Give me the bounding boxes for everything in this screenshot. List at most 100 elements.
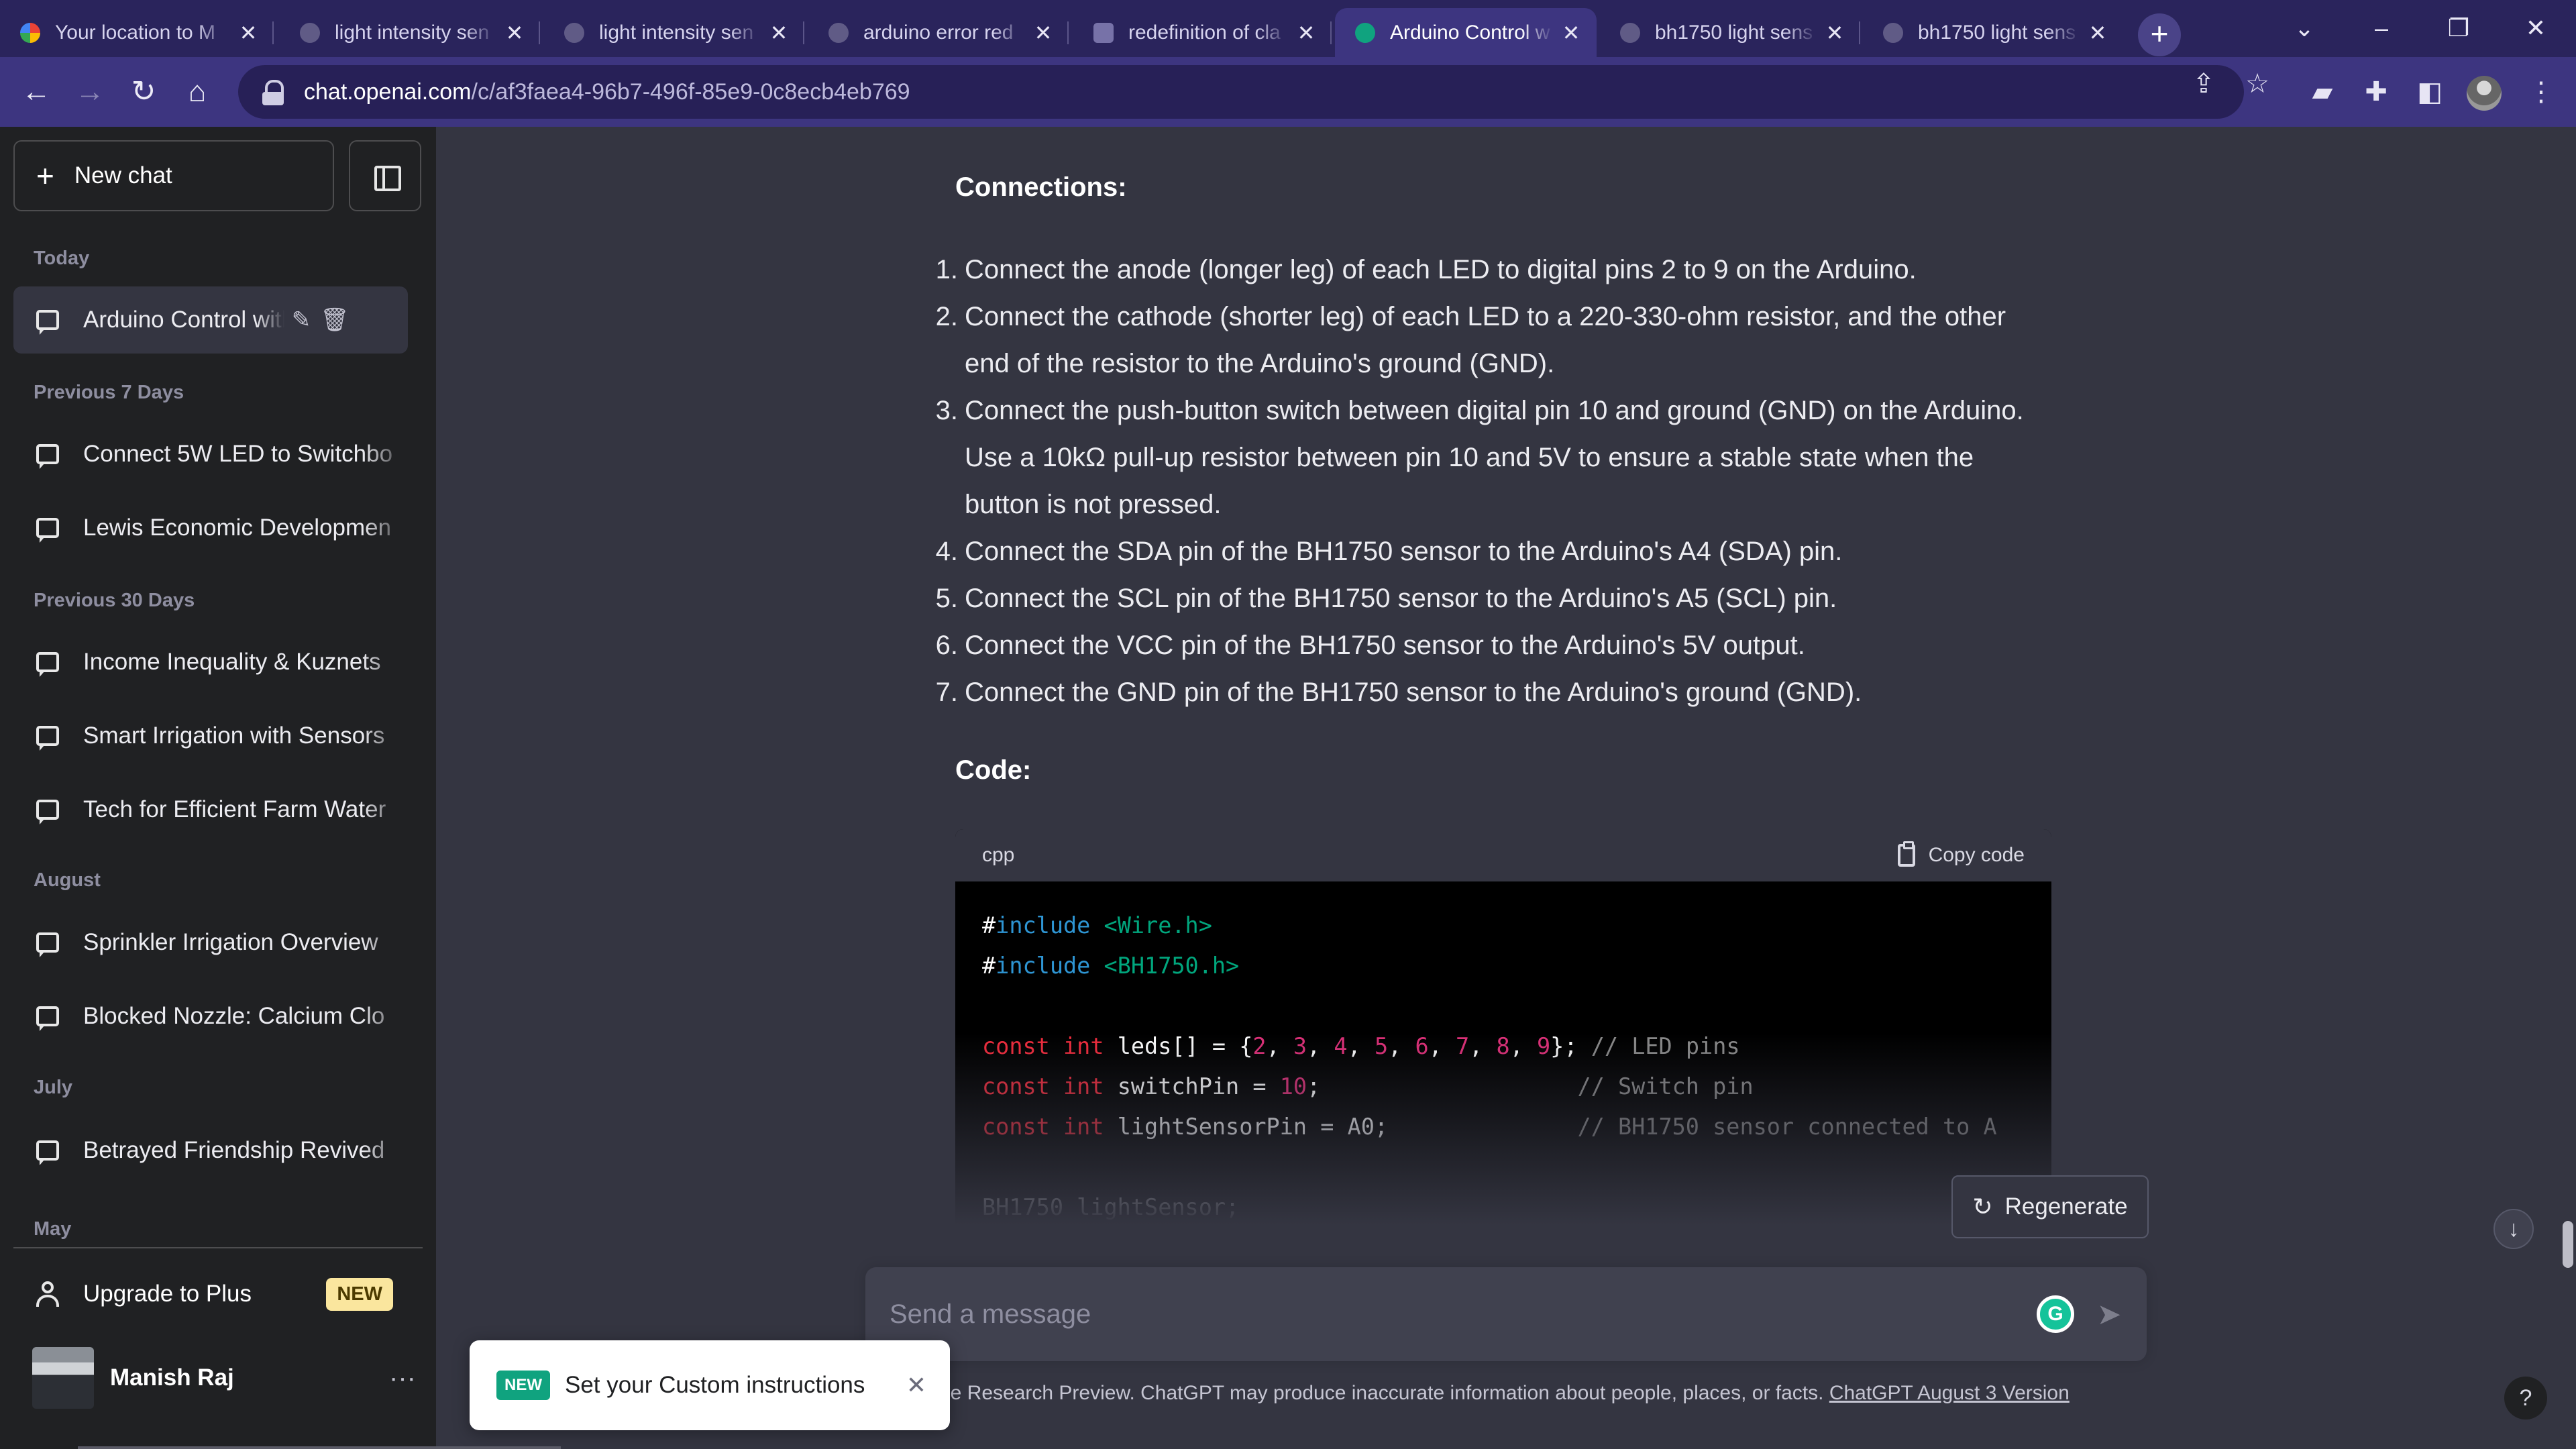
connections-heading: Connections: (955, 172, 1127, 202)
message-input[interactable]: Send a message (890, 1299, 2037, 1330)
upgrade-to-plus-button[interactable]: Upgrade to Plus NEW (13, 1260, 408, 1328)
tab-close-icon[interactable]: ✕ (767, 20, 791, 46)
connections-list: 1. Connect the anode (longer leg) of each… (936, 246, 2046, 716)
message-composer[interactable]: Send a message G ➤ (865, 1267, 2147, 1361)
user-avatar (32, 1347, 94, 1409)
chat-bubble-icon (36, 1140, 59, 1165)
browser-tab[interactable]: Your location to M ✕ (0, 8, 274, 57)
scroll-down-button[interactable]: ↓ (2493, 1209, 2534, 1249)
sidebar-chat-item[interactable]: Income Inequality & Kuznets (13, 629, 408, 696)
refresh-icon: ↻ (1972, 1193, 1993, 1220)
browser-tab[interactable]: Arduino Control w ✕ (1335, 8, 1597, 57)
code-content: #include <Wire.h> #include <BH1750.h> co… (982, 912, 1997, 1220)
regenerate-button[interactable]: ↻ Regenerate (1951, 1175, 2149, 1238)
chatgpt-icon (1355, 22, 1375, 43)
scrollbar-thumb[interactable] (2563, 1221, 2573, 1268)
send-icon[interactable]: ➤ (2089, 1297, 2129, 1332)
lock-icon[interactable] (260, 78, 286, 105)
chat-bubble-icon (36, 652, 59, 677)
extension-icon[interactable]: ▰ (2302, 72, 2343, 112)
sidebar-chat-item[interactable]: Betrayed Friendship Revived (13, 1117, 408, 1184)
sidebar-chat-item[interactable]: Connect 5W LED to Switchbo (13, 421, 408, 488)
chat-title: Connect 5W LED to Switchbo (83, 441, 393, 467)
user-name: Manish Raj (110, 1364, 234, 1391)
regenerate-label: Regenerate (2004, 1193, 2128, 1220)
url-text[interactable]: chat.openai.com/c/af3faea4-96b7-496f-85e… (304, 79, 910, 105)
tab-close-icon[interactable]: ✕ (1031, 20, 1055, 46)
sidebar-chat-item[interactable]: Tech for Efficient Farm Water (13, 776, 408, 843)
sidebar-divider (13, 1247, 423, 1248)
tab-close-icon[interactable]: ✕ (2086, 20, 2110, 46)
tab-title: Your location to M (55, 21, 216, 44)
chat-bubble-icon (36, 932, 59, 957)
chat-main: Connections: 1. Connect the anode (longer… (436, 127, 2576, 1449)
tab-close-icon[interactable]: ✕ (236, 20, 260, 46)
browser-tab[interactable]: bh1750 light sens ✕ (1600, 8, 1860, 57)
reload-icon[interactable]: ↻ (123, 72, 164, 112)
chat-bubble-icon (36, 726, 59, 751)
home-icon[interactable]: ⌂ (177, 72, 217, 112)
edit-icon[interactable]: ✎ (284, 307, 318, 333)
globe-icon (1883, 22, 1903, 43)
address-bar[interactable]: chat.openai.com/c/af3faea4-96b7-496f-85e… (238, 65, 2244, 119)
tab-close-icon[interactable]: ✕ (1559, 20, 1583, 46)
window-close-icon[interactable]: ✕ (2509, 7, 2563, 50)
tab-title: bh1750 light sens (1918, 21, 2076, 44)
grammarly-icon[interactable]: G (2037, 1295, 2074, 1333)
globe-icon (564, 22, 584, 43)
browser-tab[interactable]: arduino error red ✕ (808, 8, 1069, 57)
step-number: 6. (935, 631, 958, 660)
tab-title: bh1750 light sens (1655, 21, 1813, 44)
puzzle-icon[interactable]: ✚ (2356, 72, 2396, 112)
forward-icon[interactable]: → (70, 72, 110, 112)
step-text: Connect the push-button switch between d… (965, 396, 2024, 519)
browser-tab[interactable]: light intensity sen ✕ (544, 8, 804, 57)
history-section-label: Previous 30 Days (34, 590, 195, 611)
bookmark-star-icon[interactable]: ☆ (2237, 64, 2277, 104)
chat-bubble-icon (36, 1006, 59, 1031)
version-link[interactable]: ChatGPT August 3 Version (1829, 1382, 2070, 1404)
copy-code-button[interactable]: Copy code (1897, 841, 2025, 867)
sidebar-chat-item[interactable]: Lewis Economic Developmen (13, 494, 408, 561)
clipboard-icon (1897, 841, 1915, 867)
more-options-icon[interactable]: ··· (382, 1363, 423, 1393)
connection-step: 1. Connect the anode (longer leg) of each… (936, 246, 2046, 293)
user-menu[interactable]: Manish Raj ··· (13, 1341, 423, 1415)
toast-text[interactable]: Set your Custom instructions (565, 1372, 896, 1399)
close-icon[interactable]: ✕ (896, 1371, 936, 1399)
restore-icon[interactable]: ❐ (2432, 7, 2485, 50)
custom-instructions-toast[interactable]: NEW Set your Custom instructions ✕ (470, 1340, 950, 1430)
side-panel-icon[interactable]: ◧ (2410, 72, 2450, 112)
connection-step: 5. Connect the SCL pin of the BH1750 sens… (936, 575, 2046, 622)
browser-tab[interactable]: bh1750 light sens ✕ (1863, 8, 2123, 57)
tab-close-icon[interactable]: ✕ (502, 20, 527, 46)
chat-title: Blocked Nozzle: Calcium Clo (83, 1003, 385, 1029)
new-chat-button[interactable]: + New chat (13, 140, 334, 211)
sidebar-chat-item[interactable]: Arduino Control with S✎🗑 (13, 286, 408, 354)
connection-step: 2. Connect the cathode (shorter leg) of e… (936, 293, 2046, 387)
step-text: Connect the SCL pin of the BH1750 sensor… (965, 584, 1837, 613)
chat-title: Arduino Control with S (83, 307, 284, 333)
tab-close-icon[interactable]: ✕ (1823, 20, 1847, 46)
back-icon[interactable]: ← (16, 72, 56, 112)
browser-tab-bar: Your location to M ✕ light intensity sen ✕ l… (0, 0, 2576, 57)
sidebar-toggle-button[interactable] (349, 140, 421, 211)
browser-tab[interactable]: redefinition of cla ✕ (1073, 8, 1332, 57)
help-button[interactable]: ? (2504, 1377, 2547, 1419)
chat-title: Lewis Economic Developmen (83, 515, 392, 541)
tab-title: redefinition of cla (1128, 21, 1281, 44)
sidebar-chat-item[interactable]: Blocked Nozzle: Calcium Clo (13, 983, 408, 1050)
minimize-icon[interactable]: – (2355, 7, 2408, 50)
share-icon[interactable]: ⇪ (2184, 64, 2224, 104)
trash-icon[interactable]: 🗑 (318, 307, 352, 333)
new-tab-button[interactable]: + (2138, 13, 2181, 56)
browser-tab[interactable]: light intensity sen ✕ (280, 8, 540, 57)
tab-search-icon[interactable]: ⌄ (2277, 7, 2331, 50)
tab-close-icon[interactable]: ✕ (1294, 20, 1318, 46)
menu-kebab-icon[interactable]: ⋮ (2521, 72, 2561, 112)
sidebar-chat-item[interactable]: Sprinkler Irrigation Overview (13, 909, 408, 976)
profile-avatar[interactable] (2467, 76, 2502, 111)
step-number: 4. (935, 537, 958, 566)
sidebar-chat-item[interactable]: Smart Irrigation with Sensors (13, 702, 408, 769)
step-number: 2. (935, 302, 958, 331)
